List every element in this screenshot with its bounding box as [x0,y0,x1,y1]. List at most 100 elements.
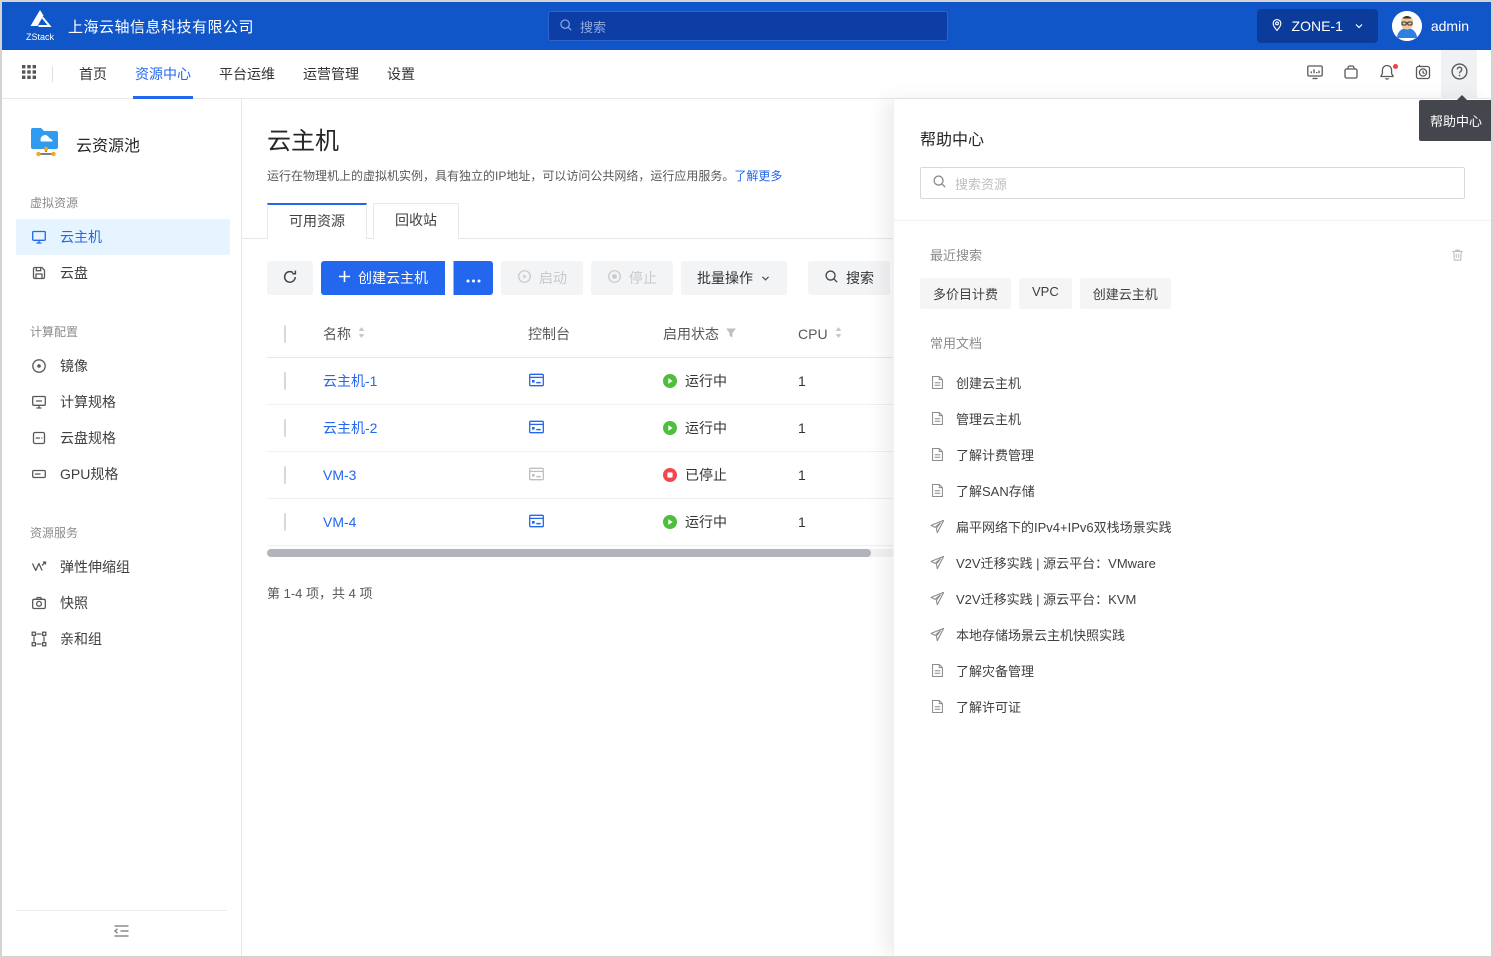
volume-disk-icon [31,265,47,281]
recent-search-tag[interactable]: 创建云主机 [1080,278,1171,309]
notifications-button[interactable] [1369,50,1405,99]
console-dashboard-button[interactable] [1297,50,1333,99]
start-vm-button[interactable]: 启动 [501,261,583,295]
sidebar-item-弹性伸缩组[interactable]: 弹性伸缩组 [16,549,230,585]
vm-name-link[interactable]: VM-3 [323,467,356,483]
vm-state-cell: 已停止 [663,465,798,485]
sidebar-item-镜像[interactable]: 镜像 [16,348,230,384]
column-name[interactable]: 名称 [323,324,528,344]
nav-item-平台运维[interactable]: 平台运维 [205,50,289,99]
document-icon [930,411,945,426]
sidebar-item-亲和组[interactable]: 亲和组 [16,621,230,657]
vm-state-cell: 运行中 [663,418,798,438]
common-docs-list: 创建云主机管理云主机了解计费管理了解SAN存储扁平网络下的IPv4+IPv6双栈… [920,364,1465,724]
row-select-cell [267,420,323,436]
global-search-input[interactable]: 搜索 [548,11,948,41]
row-checkbox[interactable] [284,419,286,437]
nav-item-运营管理[interactable]: 运营管理 [289,50,373,99]
vm-name-link[interactable]: 云主机-2 [323,418,377,438]
sidebar-collapse-button[interactable] [16,910,227,956]
horizontal-scrollbar[interactable] [267,549,895,557]
vm-name-link[interactable]: VM-4 [323,514,356,530]
doc-link[interactable]: 管理云主机 [920,400,1465,436]
top-bar: ZStack 上海云轴信息科技有限公司 搜索 ZONE-1 [2,2,1491,50]
doc-link[interactable]: 本地存储场景云主机快照实践 [920,616,1465,652]
help-search-input[interactable]: 搜索资源 [920,167,1465,199]
recent-search-tag[interactable]: VPC [1019,278,1072,309]
more-actions-button[interactable] [453,261,493,295]
batch-actions-label: 批量操作 [697,268,753,288]
doc-link[interactable]: V2V迁移实践 | 源云平台：VMware [920,544,1465,580]
vm-console-cell [528,419,663,438]
app-grid-button[interactable] [12,50,46,99]
refresh-button[interactable] [267,261,313,295]
doc-link[interactable]: 了解计费管理 [920,436,1465,472]
vm-name-cell: VM-3 [323,467,528,483]
doc-link[interactable]: 了解SAN存储 [920,472,1465,508]
nav-item-设置[interactable]: 设置 [373,50,429,99]
autoscaling-icon [31,559,47,575]
batch-actions-button[interactable]: 批量操作 [681,261,787,295]
tab-回收站[interactable]: 回收站 [373,203,459,239]
recent-search-label: 最近搜索 [920,245,982,264]
column-cpu[interactable]: CPU [798,326,895,342]
guide-plane-icon [930,591,945,606]
sidebar-item-label: 云盘 [60,263,88,283]
recent-search-tag[interactable]: 多价目计费 [920,278,1011,309]
sort-carets-icon[interactable] [834,326,843,342]
nav-item-首页[interactable]: 首页 [65,50,121,99]
row-checkbox[interactable] [284,372,286,390]
stop-vm-button[interactable]: 停止 [591,261,673,295]
doc-link[interactable]: 创建云主机 [920,364,1465,400]
console-terminal-icon[interactable] [528,513,545,529]
row-checkbox[interactable] [284,513,286,531]
operation-history-button[interactable] [1405,50,1441,99]
zstack-logo[interactable]: ZStack [26,10,54,42]
help-center-button[interactable] [1441,50,1477,99]
doc-link[interactable]: V2V迁移实践 | 源云平台：KVM [920,580,1465,616]
sidebar-item-云盘规格[interactable]: 云盘规格 [16,420,230,456]
filter-funnel-icon[interactable] [725,326,737,342]
tab-可用资源[interactable]: 可用资源 [267,203,367,239]
vm-cpu-value: 1 [798,420,806,436]
doc-link[interactable]: 扁平网络下的IPv4+IPv6双栈场景实践 [920,508,1465,544]
refresh-icon [282,269,298,288]
navbar-right-icons [1297,50,1477,99]
create-vm-button[interactable]: 创建云主机 [321,261,445,295]
doc-link-label: V2V迁移实践 | 源云平台：VMware [956,553,1156,572]
monitor-dashboard-icon [1306,63,1324,86]
sidebar-item-计算规格[interactable]: 计算规格 [16,384,230,420]
learn-more-link[interactable]: 了解更多 [734,169,782,183]
doc-link[interactable]: 了解许可证 [920,688,1465,724]
scrollbar-thumb[interactable] [267,549,871,557]
vm-console-cell [528,466,663,485]
column-state-label: 启用状态 [663,324,719,344]
vm-table: 名称 控制台 启用状态 CPU [267,310,895,557]
sidebar-item-云主机[interactable]: 云主机 [16,219,230,255]
sidebar-item-label: 亲和组 [60,629,102,649]
sidebar-item-GPU规格[interactable]: GPU规格 [16,456,230,492]
stop-vm-label: 停止 [629,268,657,288]
console-terminal-icon[interactable] [528,419,545,435]
affinity-group-icon [31,631,47,647]
user-menu[interactable]: admin [1392,11,1469,41]
doc-link[interactable]: 了解灾备管理 [920,652,1465,688]
resource-package-button[interactable] [1333,50,1369,99]
sort-carets-icon[interactable] [357,326,366,342]
vm-name-link[interactable]: 云主机-1 [323,371,377,391]
play-circle-icon [517,269,532,287]
sidebar-item-label: 云主机 [60,227,102,247]
company-name: 上海云轴信息科技有限公司 [68,16,254,37]
console-terminal-icon[interactable] [528,372,545,388]
nav-item-资源中心[interactable]: 资源中心 [121,50,205,99]
row-checkbox[interactable] [284,466,286,484]
status-stopped-icon [663,468,677,482]
sidebar-item-云盘[interactable]: 云盘 [16,255,230,291]
clear-recent-button[interactable] [1450,247,1465,263]
table-search-button[interactable]: 搜索 [808,261,890,295]
zstack-logo-icon [28,10,52,32]
select-all-checkbox[interactable] [284,325,286,343]
sidebar-item-快照[interactable]: 快照 [16,585,230,621]
zone-selector[interactable]: ZONE-1 [1257,9,1378,43]
sidebar-item-label: 快照 [60,593,88,613]
